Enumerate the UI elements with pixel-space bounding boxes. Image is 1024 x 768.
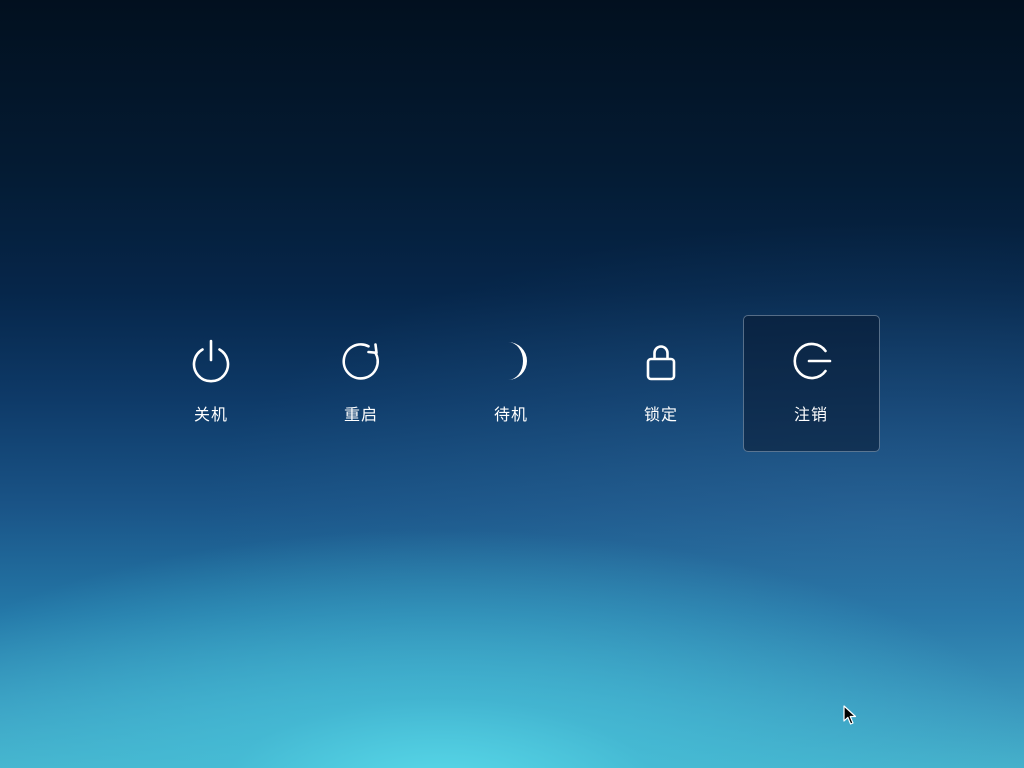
- selection-highlight: [743, 315, 880, 452]
- logout-button[interactable]: 注销: [736, 315, 886, 453]
- mouse-cursor-icon: [843, 705, 859, 727]
- lock-icon: [639, 339, 683, 383]
- logout-label: 注销: [793, 405, 828, 424]
- moon-icon: [489, 339, 533, 383]
- lock-button[interactable]: 锁定: [586, 315, 736, 453]
- logout-icon: [789, 339, 833, 383]
- restart-icon: [339, 339, 383, 383]
- suspend-label: 待机: [493, 405, 528, 424]
- shutdown-label: 关机: [193, 405, 228, 424]
- restart-button[interactable]: 重启: [286, 315, 436, 453]
- shutdown-button[interactable]: 关机: [136, 315, 286, 453]
- restart-label: 重启: [343, 405, 378, 424]
- power-menu: 关机 重启 待机 锁定 注销: [136, 315, 886, 453]
- power-icon: [189, 339, 233, 383]
- lock-label: 锁定: [643, 405, 678, 424]
- suspend-button[interactable]: 待机: [436, 315, 586, 453]
